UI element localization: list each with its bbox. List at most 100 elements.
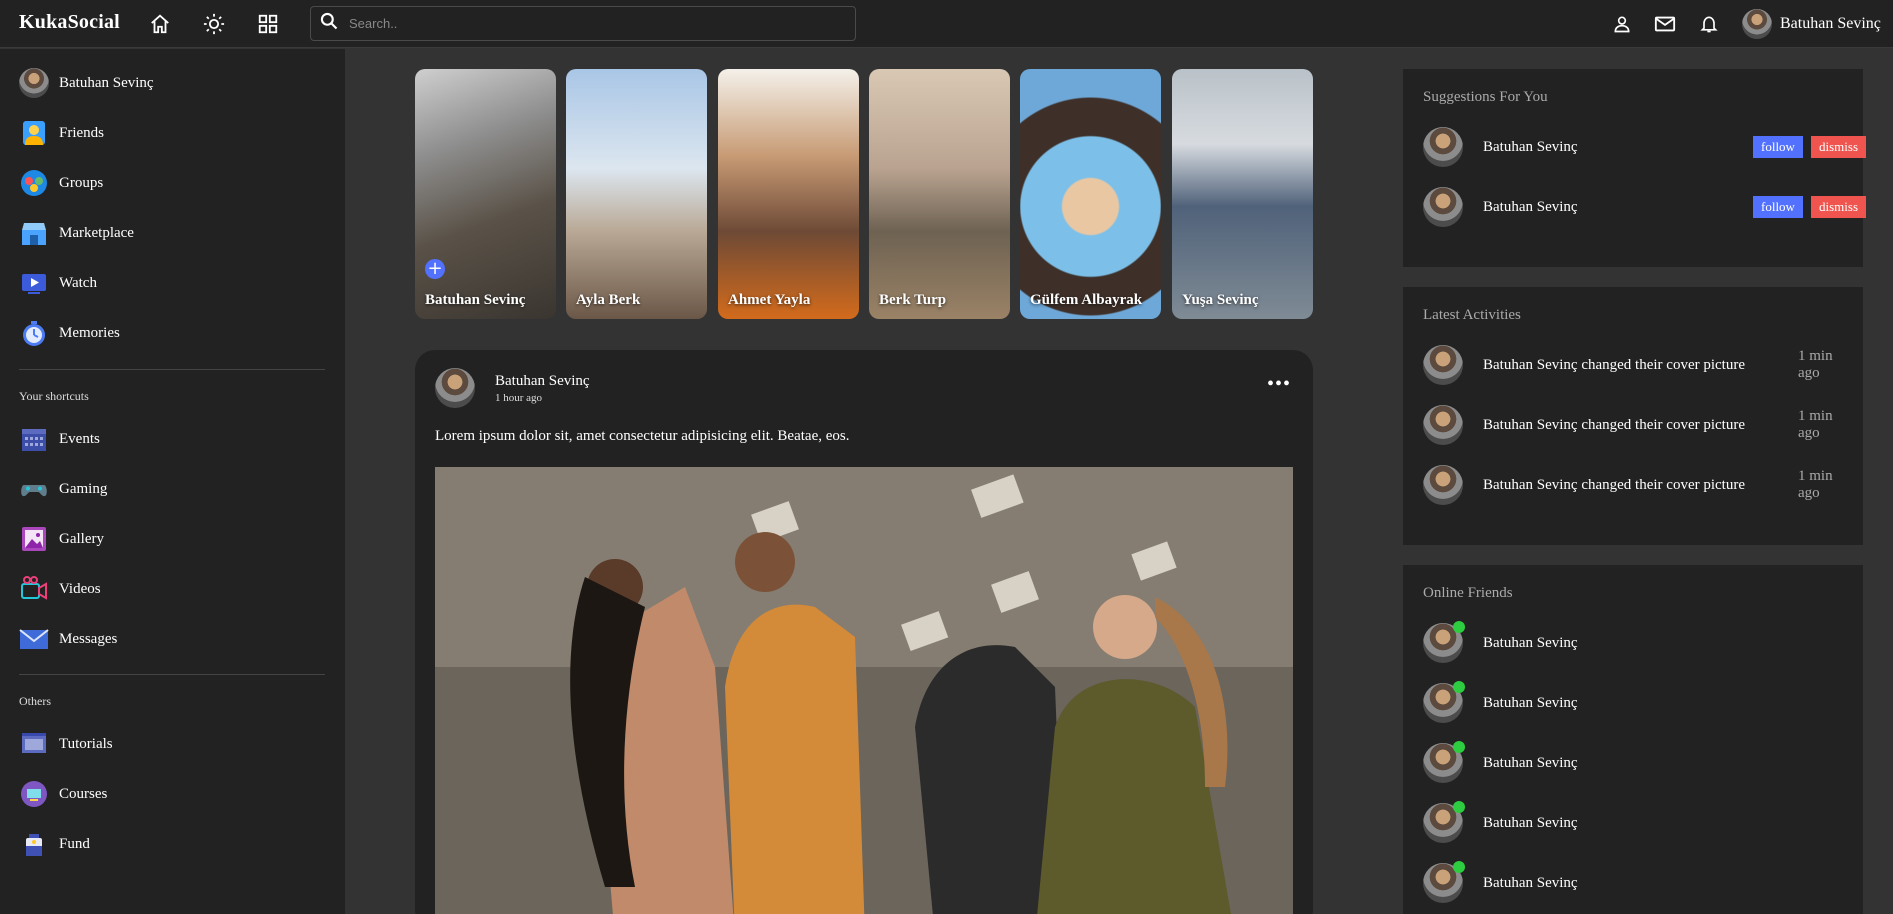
avatar	[1423, 801, 1465, 843]
post-header: Batuhan Sevinç 1 hour ago	[435, 368, 590, 408]
suggestions-card: Suggestions For You Batuhan Sevinç follo…	[1403, 69, 1867, 267]
marketplace-icon	[19, 218, 49, 248]
story-card[interactable]: Gülfem Albayrak	[1020, 69, 1161, 319]
online-status-dot	[1453, 741, 1465, 753]
activities-title: Latest Activities	[1423, 307, 1521, 323]
right-sidebar: Suggestions For You Batuhan Sevinç follo…	[1383, 49, 1893, 914]
story-card[interactable]: Berk Turp	[869, 69, 1010, 319]
sidebar-item-label: Gallery	[59, 530, 104, 547]
avatar[interactable]	[1423, 127, 1463, 167]
post-author[interactable]: Batuhan Sevinç	[495, 373, 590, 390]
follow-button[interactable]: follow	[1753, 196, 1803, 218]
avatar[interactable]	[1423, 405, 1463, 445]
sidebar-item-tutorials[interactable]: Tutorials	[19, 729, 113, 759]
post-card: Batuhan Sevinç 1 hour ago ••• Lorem ipsu…	[415, 350, 1313, 914]
online-friend-row[interactable]: Batuhan Sevinç	[1423, 861, 1843, 903]
online-friends-title: Online Friends	[1423, 585, 1513, 601]
dismiss-button[interactable]: dismiss	[1811, 136, 1867, 158]
sidebar-item-videos[interactable]: Videos	[19, 574, 101, 604]
activity-user[interactable]: Batuhan Sevinç	[1483, 477, 1578, 493]
more-options-icon[interactable]: •••	[1267, 373, 1291, 396]
gamepad-icon	[19, 474, 49, 504]
sidebar-item-watch[interactable]: Watch	[19, 268, 97, 298]
friend-name: Batuhan Sevinç	[1483, 874, 1578, 891]
suggestions-title: Suggestions For You	[1423, 89, 1548, 105]
sidebar-item-profile[interactable]: Batuhan Sevinç	[19, 68, 154, 98]
friends-icon	[19, 118, 49, 148]
sidebar-item-groups[interactable]: Groups	[19, 168, 103, 198]
dismiss-button[interactable]: dismiss	[1811, 196, 1867, 218]
story-name: Batuhan Sevinç	[425, 292, 526, 308]
story-name: Ahmet Yayla	[728, 292, 811, 308]
avatar[interactable]	[435, 368, 475, 408]
watch-video-icon	[19, 268, 49, 298]
sidebar-item-label: Groups	[59, 174, 104, 191]
story-name: Yuşa Sevinç	[1182, 292, 1259, 308]
online-friend-row[interactable]: Batuhan Sevinç	[1423, 801, 1843, 843]
home-icon[interactable]	[148, 12, 172, 36]
activity-user[interactable]: Batuhan Sevinç	[1483, 357, 1578, 373]
suggestion-name[interactable]: Batuhan Sevinç	[1483, 199, 1578, 216]
person-icon[interactable]	[1610, 12, 1634, 36]
avatar	[1423, 741, 1465, 783]
post-image[interactable]	[435, 467, 1293, 914]
activity-time: 1 min ago	[1798, 348, 1833, 381]
search-box[interactable]	[310, 6, 856, 41]
sidebar-item-fund[interactable]: Fund	[19, 829, 90, 859]
sidebar-item-messages[interactable]: Messages	[19, 624, 117, 654]
sidebar-item-label: Marketplace	[59, 224, 134, 241]
story-card[interactable]: Ayla Berk	[566, 69, 707, 319]
sidebar-item-gaming[interactable]: Gaming	[19, 474, 107, 504]
sidebar-item-marketplace[interactable]: Marketplace	[19, 218, 134, 248]
navbar: KukaSocial Batuhan Sevinç	[0, 0, 1893, 48]
left-sidebar: Batuhan Sevinç Friends Groups Marketplac…	[0, 49, 345, 914]
activity-time: 1 min ago	[1798, 408, 1833, 441]
sidebar-item-events[interactable]: Events	[19, 424, 100, 454]
sidebar-item-label: Gaming	[59, 480, 108, 497]
sidebar-item-label: Videos	[59, 580, 101, 597]
story-name: Berk Turp	[879, 292, 947, 308]
activity-action: changed their cover picture	[1581, 416, 1745, 433]
sidebar-item-friends[interactable]: Friends	[19, 118, 104, 148]
bell-icon[interactable]	[1697, 12, 1721, 36]
sidebar-divider	[19, 674, 325, 675]
sidebar-item-memories[interactable]: Memories	[19, 318, 120, 348]
online-friend-row[interactable]: Batuhan Sevinç	[1423, 741, 1843, 783]
online-status-dot	[1453, 861, 1465, 873]
sidebar-item-label: Messages	[59, 630, 118, 647]
online-status-dot	[1453, 621, 1465, 633]
story-card[interactable]: Yuşa Sevinç	[1172, 69, 1313, 319]
suggestion-name[interactable]: Batuhan Sevinç	[1483, 139, 1578, 156]
suggestion-row: Batuhan Sevinç follow dismiss	[1423, 187, 1867, 227]
activity-row: Batuhan Sevinç changed their cover pictu…	[1423, 465, 1843, 505]
sidebar-item-gallery[interactable]: Gallery	[19, 524, 104, 554]
nav-user-name: Batuhan Sevinç	[1780, 15, 1881, 32]
avatar[interactable]	[1423, 187, 1463, 227]
sidebar-item-label: Fund	[59, 835, 90, 852]
follow-button[interactable]: follow	[1753, 136, 1803, 158]
add-story-icon[interactable]: +	[425, 259, 445, 279]
activity-action: changed their cover picture	[1581, 476, 1745, 493]
online-friend-row[interactable]: Batuhan Sevinç	[1423, 621, 1843, 663]
mail-icon[interactable]	[1653, 12, 1677, 36]
avatar	[1742, 9, 1772, 39]
story-card[interactable]: Ahmet Yayla	[718, 69, 859, 319]
story-card[interactable]: + Batuhan Sevinç	[415, 69, 556, 319]
avatar[interactable]	[1423, 465, 1463, 505]
search-input[interactable]	[349, 16, 829, 31]
sidebar-item-label: Courses	[59, 785, 108, 802]
activity-user[interactable]: Batuhan Sevinç	[1483, 417, 1578, 433]
sidebar-item-label: Events	[59, 430, 100, 447]
fund-jar-icon	[19, 829, 49, 859]
theme-toggle-icon[interactable]	[202, 12, 226, 36]
online-status-dot	[1453, 801, 1465, 813]
sidebar-item-courses[interactable]: Courses	[19, 779, 107, 809]
nav-user-profile[interactable]: Batuhan Sevinç	[1742, 9, 1881, 39]
activity-row: Batuhan Sevinç changed their cover pictu…	[1423, 405, 1843, 445]
grid-apps-icon[interactable]	[256, 12, 280, 36]
story-name: Gülfem Albayrak	[1030, 292, 1143, 308]
logo[interactable]: KukaSocial	[19, 11, 120, 34]
online-friend-row[interactable]: Batuhan Sevinç	[1423, 681, 1843, 723]
others-heading: Others	[19, 694, 51, 708]
avatar[interactable]	[1423, 345, 1463, 385]
